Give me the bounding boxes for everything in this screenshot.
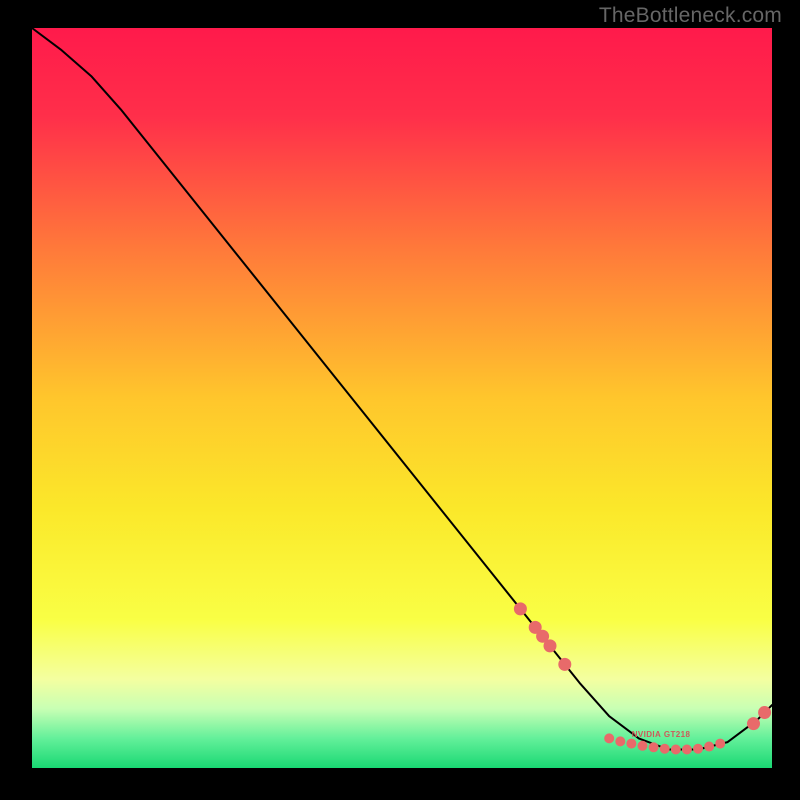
data-marker: [615, 736, 625, 746]
plot-background: [32, 28, 772, 768]
chart-container: TheBottleneck.com NVIDIA GT218: [0, 0, 800, 800]
data-marker: [693, 744, 703, 754]
data-marker: [671, 745, 681, 755]
bottom-cluster-label: NVIDIA GT218: [632, 730, 691, 739]
data-marker: [558, 658, 571, 671]
data-marker: [626, 739, 636, 749]
data-marker: [715, 739, 725, 749]
data-marker: [638, 741, 648, 751]
data-marker: [682, 745, 692, 755]
data-marker: [758, 706, 771, 719]
data-marker: [604, 733, 614, 743]
data-marker: [544, 639, 557, 652]
chart-svg: NVIDIA GT218: [0, 0, 800, 800]
data-marker: [649, 742, 659, 752]
watermark-text: TheBottleneck.com: [599, 4, 782, 28]
data-marker: [704, 742, 714, 752]
data-marker: [514, 602, 527, 615]
data-marker: [660, 744, 670, 754]
data-marker: [747, 717, 760, 730]
